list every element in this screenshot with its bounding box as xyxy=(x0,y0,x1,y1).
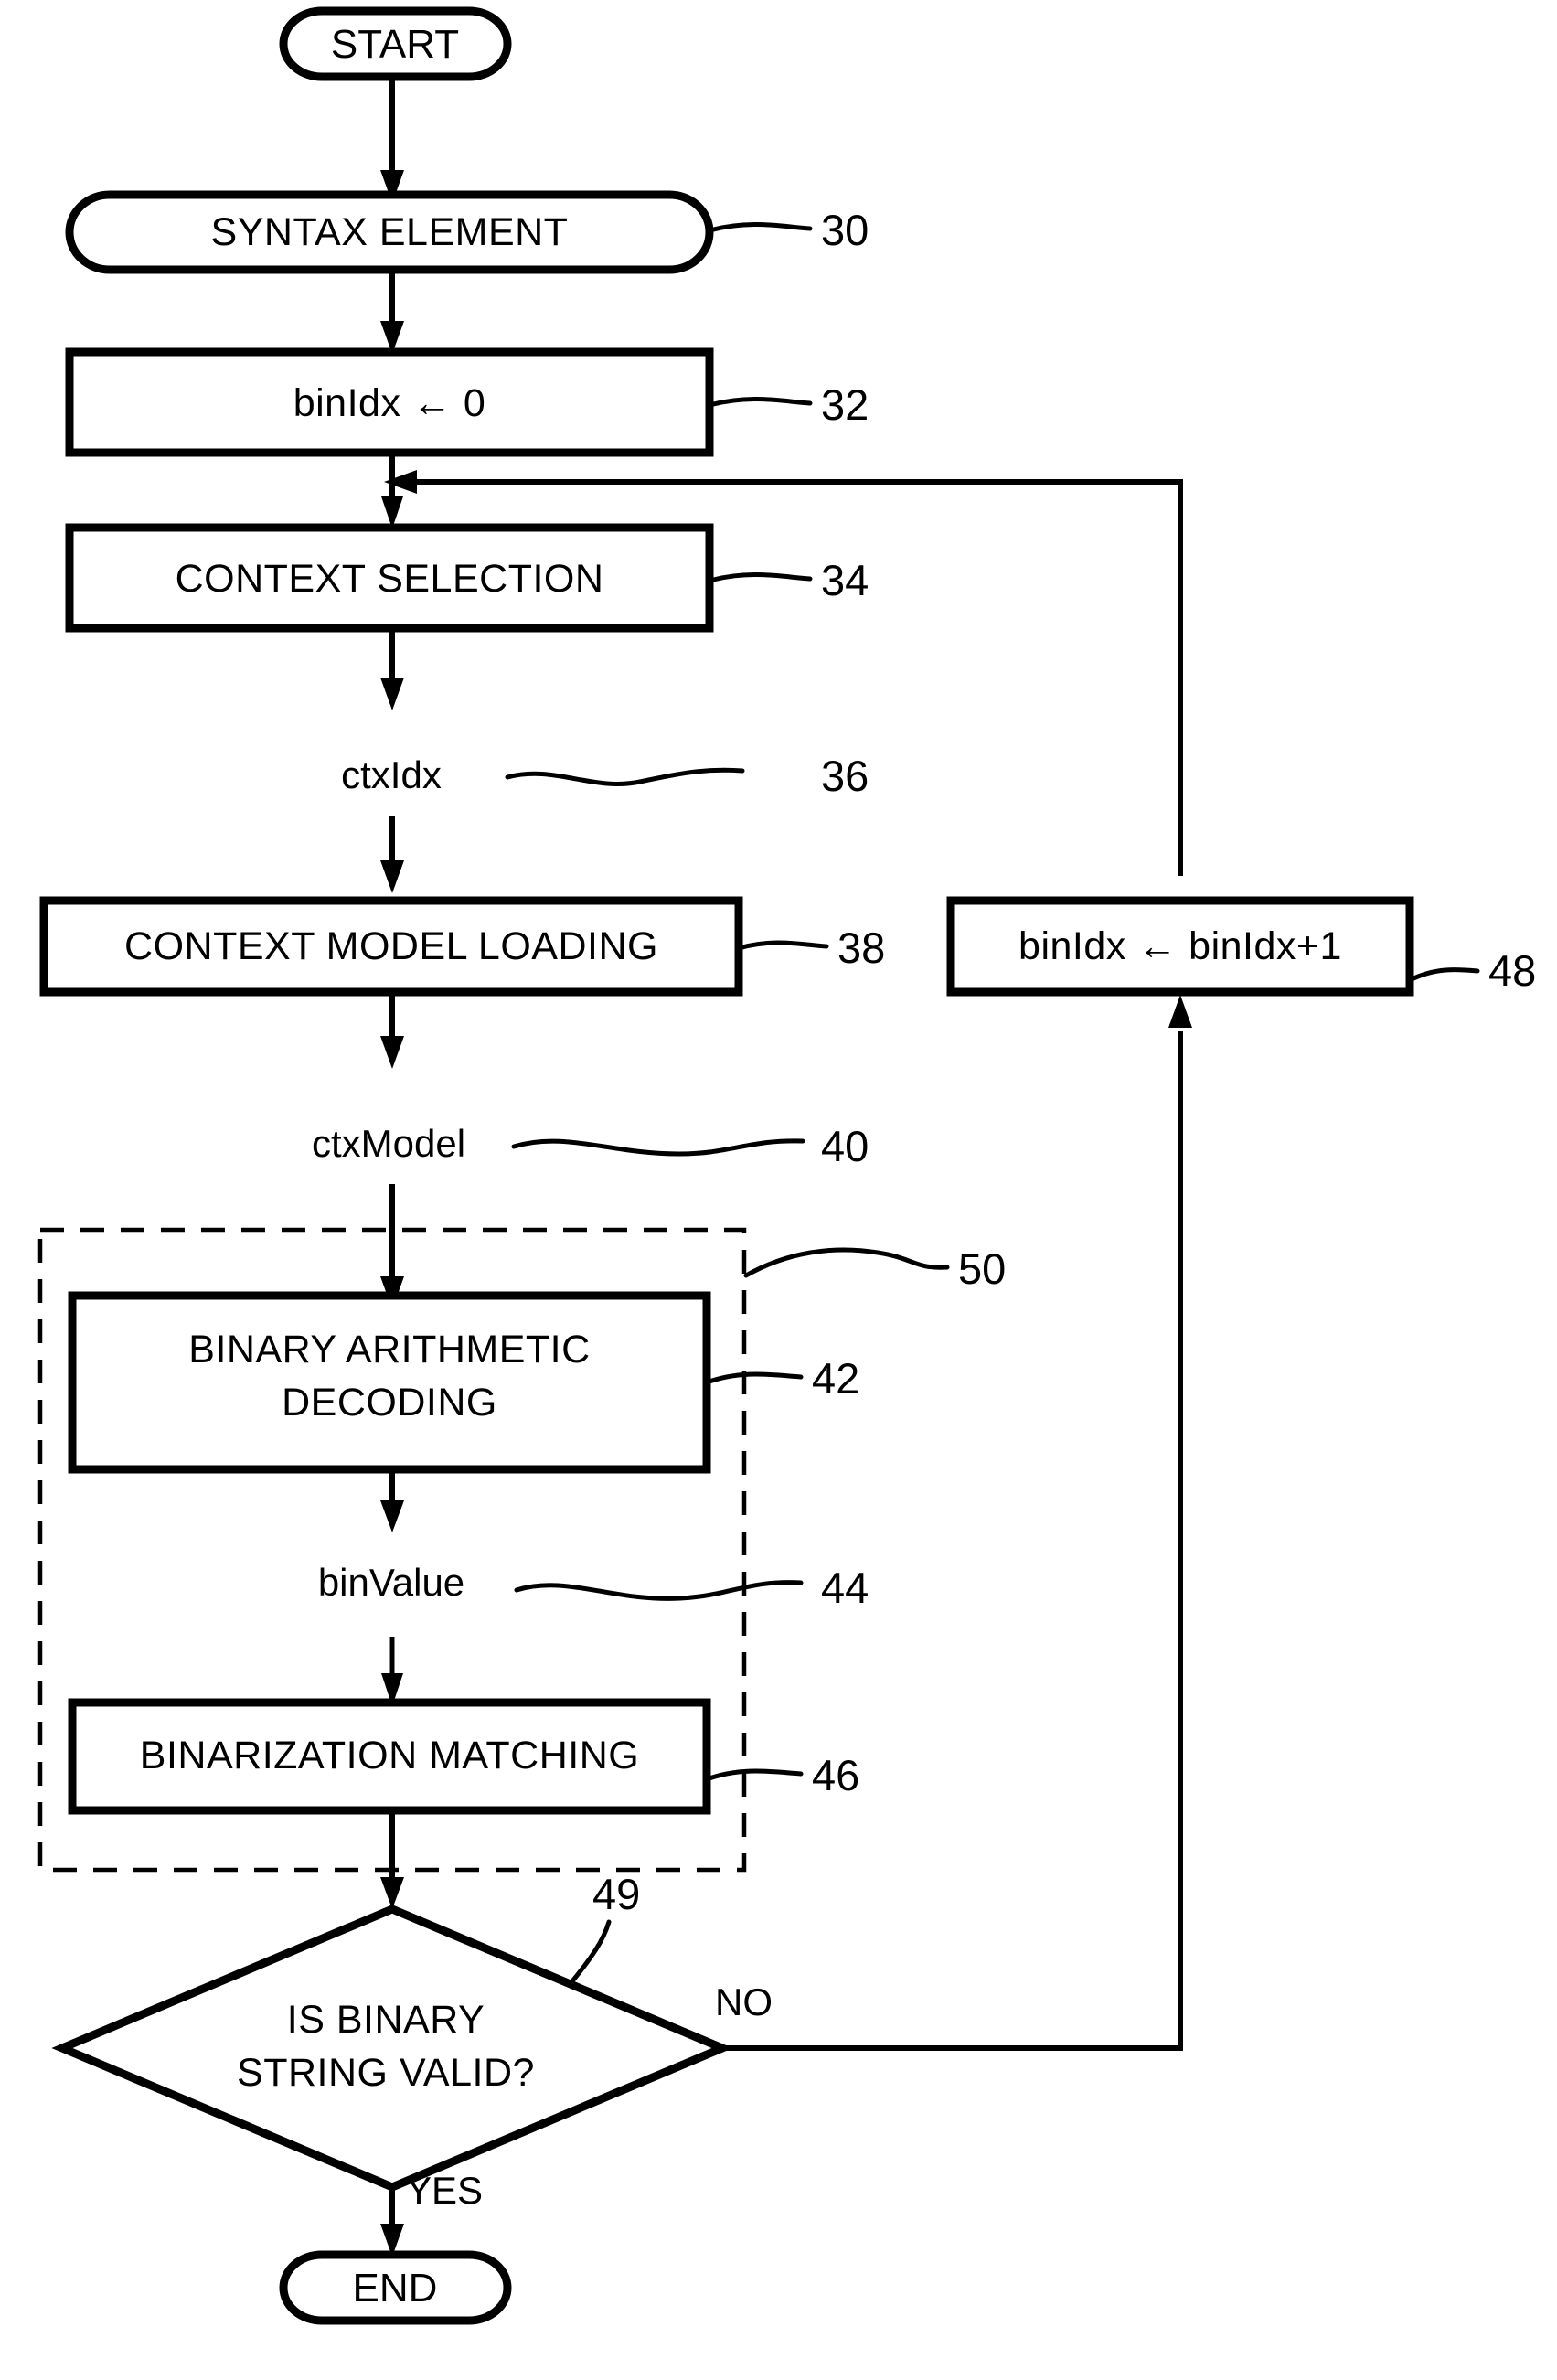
connector-syntax-to-binidx xyxy=(380,270,404,354)
flowchart-svg: START SYNTAX ELEMENT 30 binIdx ← 0 32 CO… xyxy=(37,6,1536,2325)
connector-start-to-syntax xyxy=(380,77,404,203)
node-context-model-loading-label: CONTEXT MODEL LOADING xyxy=(124,924,658,968)
ref-34: 34 xyxy=(821,556,869,604)
connector-arithmetic-decoding-to-binvalue xyxy=(380,1469,404,1532)
ref-42: 42 xyxy=(812,1354,859,1403)
connector-ctxidx-to-model-loading xyxy=(380,816,404,893)
ref-49: 49 xyxy=(592,1870,640,1918)
node-binary-arithmetic-decoding-label-line2: DECODING xyxy=(282,1381,497,1425)
node-end: END xyxy=(279,2250,512,2325)
node-start: START xyxy=(279,6,512,81)
branch-label-no: NO xyxy=(715,1980,773,2023)
node-binarization-matching-label: BINARIZATION MATCHING xyxy=(140,1734,639,1777)
node-context-selection-label: CONTEXT SELECTION xyxy=(176,557,604,601)
node-ctxmodel: ctxModel xyxy=(312,1122,465,1165)
node-syntax-element-label: SYNTAX ELEMENT xyxy=(211,210,569,254)
node-decision-label-line2: STRING VALID? xyxy=(237,2051,535,2095)
leader-34: 34 xyxy=(707,556,869,604)
node-binidx-increment-label: binIdx ← binIdx+1 xyxy=(1018,924,1342,968)
node-context-selection: CONTEXT SELECTION xyxy=(65,523,714,633)
branch-label-yes: YES xyxy=(406,2169,483,2212)
leader-49: 49 xyxy=(569,1870,640,1985)
node-binarization-matching: BINARIZATION MATCHING xyxy=(68,1698,711,1815)
connector-no-branch xyxy=(722,995,1192,2051)
leader-42: 42 xyxy=(704,1354,859,1403)
leader-44: 44 xyxy=(514,1564,869,1612)
ref-36: 36 xyxy=(821,752,869,800)
ref-30: 30 xyxy=(821,206,869,254)
node-ctxidx-label: ctxIdx xyxy=(341,753,442,796)
ref-40: 40 xyxy=(821,1122,869,1170)
node-syntax-element: SYNTAX ELEMENT xyxy=(65,190,714,274)
leader-46: 46 xyxy=(704,1751,859,1799)
node-end-label: END xyxy=(353,2266,438,2311)
node-ctxidx: ctxIdx xyxy=(341,753,442,796)
ref-44: 44 xyxy=(821,1564,869,1612)
ref-46: 46 xyxy=(812,1751,859,1799)
leader-30: 30 xyxy=(707,206,869,254)
flowchart-canvas: START SYNTAX ELEMENT 30 binIdx ← 0 32 CO… xyxy=(0,0,1557,2380)
ref-32: 32 xyxy=(821,380,869,429)
node-ctxmodel-label: ctxModel xyxy=(312,1122,465,1165)
ref-38: 38 xyxy=(837,923,885,972)
leader-32: 32 xyxy=(707,380,869,429)
leader-36: 36 xyxy=(505,752,869,800)
node-binidx-init: binIdx ← 0 xyxy=(65,347,714,457)
node-decision: IS BINARY STRING VALID? xyxy=(51,1905,733,2192)
leader-50: 50 xyxy=(743,1244,1006,1293)
connector-ctxmodel-to-arithmetic-decoding xyxy=(380,1184,404,1309)
connector-binarization-matching-to-decision xyxy=(380,1810,404,1909)
node-context-model-loading: CONTEXT MODEL LOADING xyxy=(39,896,743,997)
node-binidx-init-label: binIdx ← 0 xyxy=(293,381,486,425)
node-binvalue: binValue xyxy=(318,1561,464,1604)
connector-binidx-to-context-selection xyxy=(381,453,403,528)
ref-48: 48 xyxy=(1488,946,1536,995)
connector-yes-branch xyxy=(380,2187,404,2257)
leader-38: 38 xyxy=(736,923,885,972)
leader-48: 48 xyxy=(1407,946,1536,995)
node-decision-label-line1: IS BINARY xyxy=(287,1998,485,2042)
node-binary-arithmetic-decoding: BINARY ARITHMETIC DECODING xyxy=(68,1291,711,1474)
ref-50: 50 xyxy=(958,1244,1006,1293)
node-start-label: START xyxy=(331,22,459,67)
node-binidx-increment: binIdx ← binIdx+1 xyxy=(946,896,1414,997)
node-binary-arithmetic-decoding-label-line1: BINARY ARITHMETIC xyxy=(188,1328,590,1371)
connector-model-loading-to-ctxmodel xyxy=(380,992,404,1069)
leader-40: 40 xyxy=(511,1122,869,1170)
node-binvalue-label: binValue xyxy=(318,1561,464,1604)
connector-binvalue-to-binarization-matching xyxy=(381,1637,403,1706)
connector-context-selection-to-ctxidx xyxy=(380,628,404,710)
